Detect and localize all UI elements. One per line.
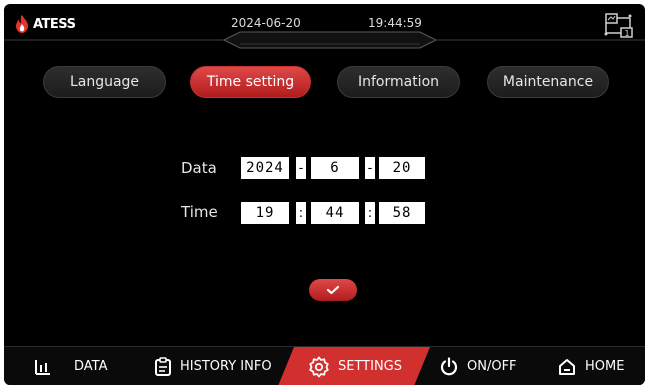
power-icon [440, 356, 458, 375]
clipboard-icon [155, 356, 171, 376]
network-icon[interactable]: 1 [603, 12, 637, 40]
nav-data[interactable]: DATA [34, 347, 108, 385]
tab-information[interactable]: Information [337, 66, 460, 98]
nav-history-info[interactable]: HISTORY INFO [154, 347, 272, 385]
bar-chart-icon [35, 359, 50, 375]
nav-data-label: DATA [74, 359, 108, 374]
check-icon [326, 285, 340, 295]
nav-on-off[interactable]: ON/OFF [439, 347, 517, 385]
nav-home-label: HOME [585, 359, 625, 374]
header-decoration [4, 31, 645, 49]
nav-home[interactable]: HOME [557, 347, 624, 385]
time-label: Time [181, 203, 218, 221]
tab-maintenance[interactable]: Maintenance [487, 66, 609, 98]
gear-icon [309, 356, 329, 377]
time-separator: : [296, 202, 306, 224]
confirm-button[interactable] [309, 279, 357, 301]
top-bar: ATESS 2024-06-20 19:44:59 1 [4, 4, 645, 54]
nav-settings-label: SETTINGS [338, 359, 403, 374]
home-icon [559, 358, 575, 375]
year-field[interactable]: 2024 [241, 157, 289, 179]
date-separator: - [365, 157, 375, 179]
minute-field[interactable]: 44 [311, 202, 359, 224]
bottom-nav: DATA HISTORY INFO SETTINGS ON/OFF HOME [4, 346, 645, 385]
brand-logo: ATESS [14, 14, 76, 34]
nav-settings[interactable]: SETTINGS [308, 347, 402, 385]
month-field[interactable]: 6 [311, 157, 359, 179]
logo-text: ATESS [33, 16, 76, 32]
tab-time-setting[interactable]: Time setting [190, 66, 311, 98]
nav-on-off-label: ON/OFF [467, 359, 517, 374]
day-field[interactable]: 20 [379, 157, 425, 179]
nav-history-info-label: HISTORY INFO [180, 359, 272, 374]
second-field[interactable]: 58 [379, 202, 425, 224]
header-time: 19:44:59 [368, 16, 422, 30]
svg-text:1: 1 [625, 29, 630, 38]
hour-field[interactable]: 19 [241, 202, 289, 224]
date-separator: - [296, 157, 306, 179]
tab-language[interactable]: Language [43, 66, 166, 98]
time-separator: : [365, 202, 375, 224]
screen: ATESS 2024-06-20 19:44:59 1 Language Tim… [4, 4, 645, 385]
header-date: 2024-06-20 [231, 16, 301, 30]
date-label: Data [181, 159, 217, 177]
flame-icon [16, 15, 28, 33]
